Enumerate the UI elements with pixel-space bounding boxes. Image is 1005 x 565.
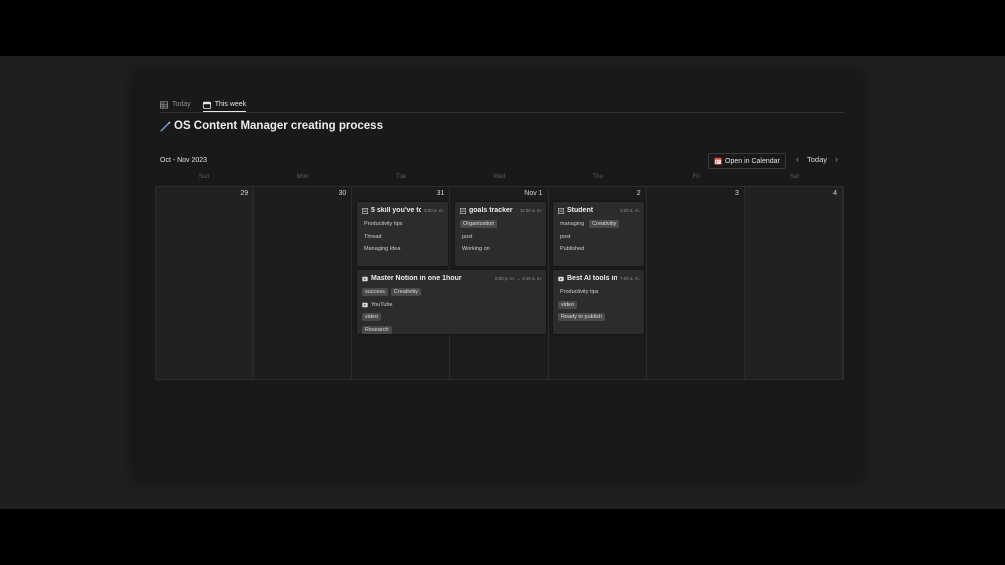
event-card-master-notion[interactable]: Master Notion in one 1hour 5:00 p. m. → …	[357, 270, 546, 335]
view-tabs: Today This week	[160, 98, 844, 113]
page-icon	[362, 207, 368, 214]
chevron-right-icon[interactable]: ›	[835, 155, 838, 164]
property-value: managing	[560, 221, 585, 228]
event-card-student[interactable]: Student 3:00 a. m. managing Creativitiy …	[553, 202, 644, 266]
tag: video	[558, 300, 578, 309]
property-value: Productivity tips	[560, 289, 599, 296]
property-value: Thread	[364, 233, 382, 240]
event-title: 5 skill you've to	[371, 207, 421, 214]
day-number: 4	[833, 190, 837, 197]
calendar-panel: Today This week OS Content Manager creat…	[135, 72, 860, 480]
day-cell-fri[interactable]: 3	[646, 187, 745, 379]
day-number: 2	[636, 190, 641, 197]
day-cell-sat[interactable]: 4	[744, 187, 843, 379]
table-icon	[160, 100, 168, 109]
event-header: goals tracker 11:00 a. m.	[455, 202, 546, 215]
property-value: YouTube	[371, 301, 393, 308]
day-number: 29	[240, 190, 249, 197]
day-number: Nov 1	[524, 190, 543, 197]
chevron-left-icon[interactable]: ‹	[796, 155, 799, 164]
today-button[interactable]: Today	[807, 155, 827, 164]
event-header: Best AI tools in 7:00 a. m.	[553, 270, 644, 283]
property-value: Working on	[462, 246, 490, 253]
weekday-wed: Wed	[493, 174, 506, 180]
event-time: 3:00 a. m.	[423, 208, 444, 213]
event-header: 5 skill you've to 3:00 a. m.	[357, 202, 448, 215]
property-value: post	[560, 233, 571, 240]
event-title: goals tracker	[469, 207, 513, 214]
page-icon	[460, 207, 466, 214]
day-number: 30	[338, 190, 347, 197]
weekday-header: Sun Mon Tue Wed Thu Fri Sat	[155, 174, 844, 180]
event-time: 5:00 p. m. → 3:45 a. m.	[494, 276, 542, 281]
page-title: OS Content Manager creating process	[159, 120, 383, 132]
tag: Research	[362, 326, 392, 335]
weekday-sat: Sat	[790, 174, 800, 180]
tab-today[interactable]: Today	[160, 98, 191, 111]
video-icon	[558, 276, 564, 281]
event-header: Master Notion in one 1hour 5:00 p. m. → …	[357, 270, 546, 283]
event-time: 11:00 a. m.	[519, 208, 542, 213]
property-value: Productivity tips	[364, 221, 403, 228]
tab-today-label: Today	[172, 101, 191, 108]
video-icon	[362, 276, 368, 281]
tag: Ready to publish	[558, 313, 605, 322]
event-card-best-ai-tools[interactable]: Best AI tools in 7:00 a. m. Productivity…	[553, 270, 644, 334]
page-icon	[558, 207, 564, 214]
weekday-thu: Thu	[592, 174, 603, 180]
tag: success	[362, 288, 388, 297]
property-value: Managing Idea	[364, 246, 401, 253]
event-card-goals-tracker[interactable]: goals tracker 11:00 a. m. Organization p…	[455, 202, 546, 266]
youtube-icon	[362, 302, 368, 308]
date-range: Oct - Nov 2023	[160, 157, 208, 164]
weekday-tue: Tue	[395, 174, 407, 180]
screen-background: Today This week OS Content Manager creat…	[0, 56, 1005, 509]
tag: Organization	[460, 220, 498, 229]
pen-icon	[160, 121, 171, 132]
property-value: post	[462, 233, 473, 240]
open-in-calendar-button[interactable]: Open in Calendar	[708, 153, 786, 169]
day-cell-sun[interactable]: 29	[156, 187, 255, 379]
tab-this-week-label: This week	[214, 101, 247, 108]
weekday-mon: Mon	[296, 174, 309, 180]
tag: video	[362, 313, 382, 322]
event-time: 7:00 a. m.	[619, 276, 640, 281]
event-time: 3:00 a. m.	[619, 208, 640, 213]
week-navigation: ‹ Today ›	[796, 155, 838, 165]
event-header: Student 3:00 a. m.	[553, 202, 644, 215]
week-grid: 29 30 31 Nov 1 2 3 4 5 skill you've to 3…	[155, 186, 844, 380]
event-card-5-skill[interactable]: 5 skill you've to 3:00 a. m. Productivit…	[357, 202, 448, 266]
event-title: Student	[567, 207, 594, 214]
weekday-sun: Sun	[198, 174, 210, 180]
tab-this-week[interactable]: This week	[202, 98, 247, 112]
day-cell-mon[interactable]: 30	[254, 187, 353, 379]
event-title: Master Notion in one 1hour	[371, 275, 462, 282]
weekday-fri: Fri	[692, 174, 700, 180]
day-number: 31	[436, 190, 445, 197]
tag: Creativitiy	[589, 220, 620, 229]
tag: Creativitiy	[390, 288, 422, 297]
page-title-text: OS Content Manager creating process	[174, 120, 383, 132]
calendar-icon	[202, 101, 211, 109]
event-title: Best AI tools in	[567, 275, 617, 282]
calendar-icon	[714, 157, 722, 165]
open-in-calendar-label: Open in Calendar	[725, 157, 780, 165]
day-number: 3	[734, 190, 739, 197]
property-value: Published	[560, 246, 585, 253]
